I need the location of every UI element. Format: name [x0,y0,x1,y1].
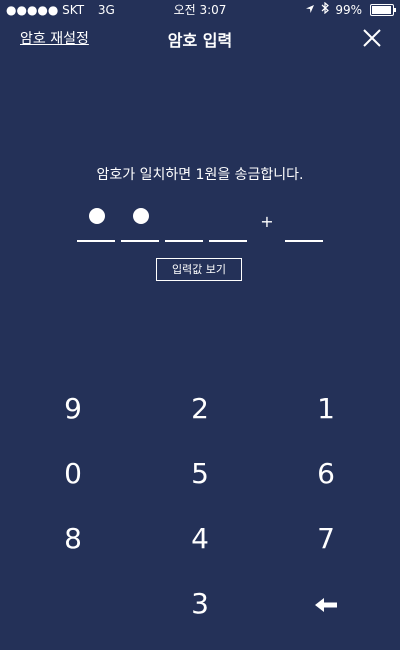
keypad-key[interactable]: 0 [28,449,118,499]
page-title: 암호 입력 [167,31,233,50]
pin-slot [77,204,115,242]
battery-icon [370,4,396,16]
keypad-key[interactable]: 3 [155,579,245,629]
pin-filled-dot [89,208,105,224]
keypad-key[interactable]: 8 [28,514,118,564]
keypad-key[interactable]: 7 [281,514,371,564]
pin-filled-dot [133,208,149,224]
pin-entry: + [0,204,400,244]
keypad-key[interactable]: 6 [281,449,371,499]
keypad-key[interactable]: 1 [281,384,371,434]
instruction-text: 암호가 일치하면 1원을 송금합니다. [96,167,304,183]
close-button[interactable] [360,26,384,50]
pin-slot [285,204,323,242]
close-icon [363,29,381,47]
location-icon [305,0,315,20]
pin-slot [209,204,247,242]
pin-slot [165,204,203,242]
backspace-button[interactable] [281,579,371,629]
nav-header: 암호 재설정 암호 입력 [0,20,400,56]
keypad-key[interactable]: 2 [155,384,245,434]
keypad-key[interactable]: 9 [28,384,118,434]
show-input-button[interactable]: 입력값 보기 [156,258,242,281]
battery-percent: 99% [335,3,362,17]
keypad-key[interactable]: 4 [155,514,245,564]
backspace-arrow-icon [315,598,337,612]
pin-slot [121,204,159,242]
status-bar: ●●●●● SKT 3G 오전 3:07 99% [0,0,400,20]
pin-separator: + [260,212,274,231]
keypad-key[interactable]: 5 [155,449,245,499]
bluetooth-icon [321,0,330,20]
